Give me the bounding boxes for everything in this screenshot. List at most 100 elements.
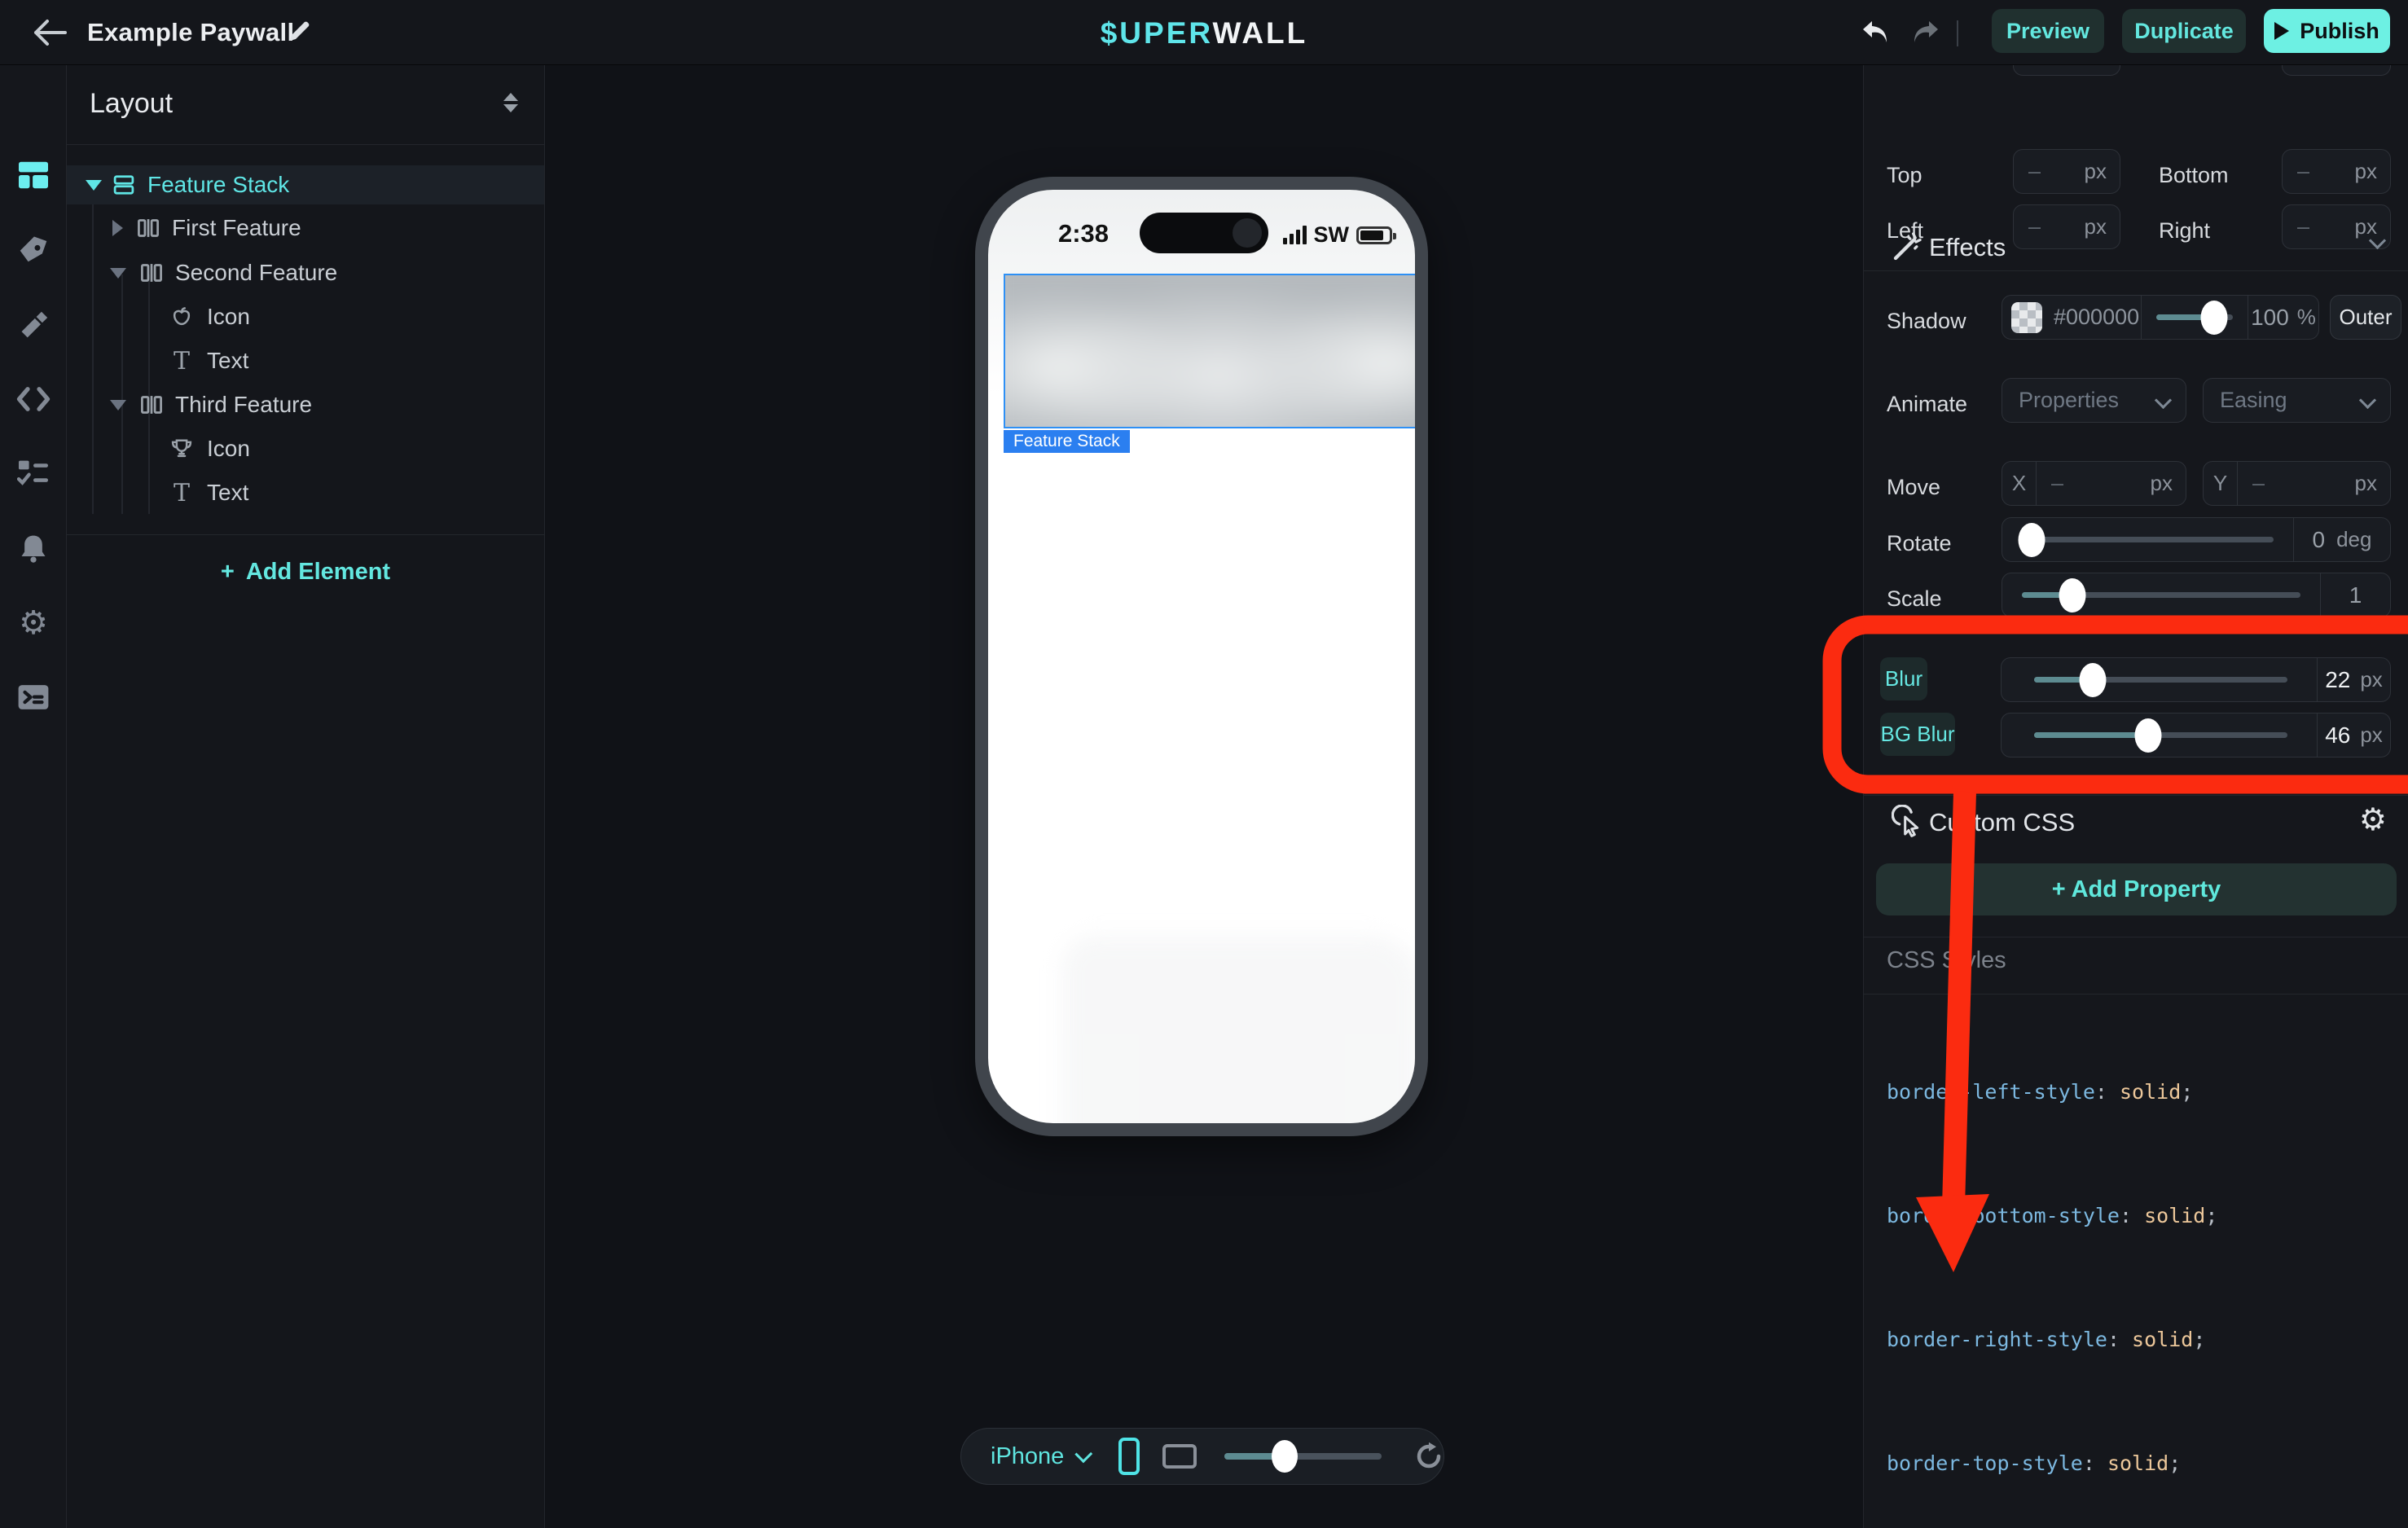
shadow-control: #000000 100 % (2002, 295, 2319, 340)
slider-knob[interactable] (2201, 301, 2228, 335)
publish-button[interactable]: Publish (2264, 9, 2390, 53)
rotate-slider[interactable] (2002, 518, 2293, 561)
layout-panel-title: Layout (90, 88, 173, 120)
tree-label: Feature Stack (147, 172, 289, 198)
bg-blur-control: 46 px (2001, 713, 2391, 757)
slider-knob[interactable] (2019, 523, 2045, 557)
cursor-click-icon (1892, 805, 1924, 837)
animate-easing-dropdown[interactable]: Easing (2203, 378, 2391, 423)
rotate-value[interactable]: 0 deg (2294, 518, 2390, 561)
camera-dot (1233, 218, 1262, 248)
preview-button[interactable]: Preview (1992, 9, 2104, 53)
selected-feature-stack-element[interactable] (1004, 274, 1415, 428)
scale-label: Scale (1887, 586, 1942, 612)
tree-row-first-feature[interactable]: First Feature (67, 209, 544, 248)
add-property-button[interactable]: + Add Property (1876, 863, 2397, 915)
sort-icon[interactable] (503, 93, 523, 117)
chevron-down-icon (2359, 392, 2376, 409)
color-swatch[interactable] (2011, 302, 2042, 333)
tree-row-icon-apple[interactable]: Icon (67, 297, 544, 336)
undo-icon[interactable] (1859, 18, 1892, 47)
columns-icon (134, 214, 162, 242)
blur-badge[interactable]: Blur (1880, 657, 1927, 700)
clipped-input[interactable] (2013, 65, 2120, 76)
caret-right-icon[interactable] (112, 220, 123, 236)
tree-row-text[interactable]: T Text (67, 341, 544, 380)
landscape-icon[interactable] (1162, 1444, 1197, 1469)
shadow-color-cell[interactable]: #000000 (2002, 296, 2141, 339)
tree-row-text[interactable]: T Third FeatureText (67, 473, 544, 512)
bg-blur-value[interactable]: 46 px (2318, 714, 2390, 757)
logo-accent: $UPER (1101, 16, 1213, 50)
tree-row-icon-trophy[interactable]: Icon (67, 429, 544, 468)
add-element-button[interactable]: + Add Element (67, 551, 544, 593)
panel-divider (67, 534, 544, 535)
slider-knob[interactable] (2134, 718, 2161, 753)
device-select[interactable]: iPhone (991, 1443, 1064, 1470)
gear-icon[interactable]: ⚙ (0, 604, 67, 642)
zoom-slider[interactable] (1224, 1453, 1382, 1460)
css-settings-gear-icon[interactable]: ⚙ (2359, 801, 2387, 838)
bottom-label: Bottom (2159, 163, 2229, 188)
code-icon[interactable] (0, 380, 67, 418)
caret-down-icon[interactable] (110, 400, 126, 411)
slider-knob[interactable] (2079, 663, 2106, 697)
layout-panel-header: Layout (67, 65, 544, 145)
move-x-input[interactable]: X – px (2002, 461, 2186, 506)
canvas[interactable]: 2:38 SW Feature Stack iPhone (546, 65, 1863, 1528)
animate-properties-dropdown[interactable]: Properties (2002, 378, 2186, 423)
tree-label: Icon (207, 304, 250, 330)
logo-rest: WALL (1212, 16, 1307, 50)
blurred-content (1004, 274, 1415, 428)
portrait-icon[interactable] (1118, 1438, 1140, 1475)
paintbrush-icon[interactable] (0, 306, 67, 344)
scale-value[interactable]: 1 (2321, 573, 2390, 617)
terminal-icon[interactable] (0, 678, 67, 716)
scale-control: 1 (2002, 573, 2391, 617)
tree-label: Text (207, 348, 248, 374)
trophy-icon (168, 435, 196, 463)
shadow-opacity-value[interactable]: 100 % (2248, 296, 2318, 339)
bell-icon[interactable] (0, 529, 67, 567)
tag-icon[interactable] (0, 230, 67, 267)
shadow-opacity-slider[interactable] (2142, 296, 2248, 339)
tree-row-feature-stack[interactable]: Feature Stack (67, 165, 544, 204)
css-styles-label: CSS Styles (1887, 947, 2006, 974)
caret-down-icon[interactable] (110, 268, 126, 279)
blur-slider[interactable] (2002, 658, 2317, 701)
faint-blurred-shape (1061, 935, 1415, 1123)
tree-row-second-feature[interactable]: Second Feature (67, 253, 544, 292)
refresh-icon[interactable] (1414, 1442, 1443, 1471)
bottom-input[interactable]: –px (2282, 149, 2391, 194)
checklist-icon[interactable] (0, 454, 67, 491)
phone-screen[interactable]: 2:38 SW Feature Stack (988, 190, 1415, 1123)
superwall-editor: { "top_bar": { "title": "Example Paywall… (0, 0, 2408, 1528)
bg-blur-slider[interactable] (2002, 714, 2317, 757)
plus-icon: + (221, 559, 235, 586)
scale-slider[interactable] (2002, 573, 2320, 617)
blur-control: 22 px (2001, 657, 2391, 702)
duplicate-button[interactable]: Duplicate (2122, 9, 2246, 53)
css-rule-line: border-right-style: solid; (1887, 1324, 2316, 1355)
text-icon: T (168, 479, 196, 507)
css-rule-line: border-bottom-style: solid; (1887, 1201, 2316, 1232)
bg-blur-badge[interactable]: BG Blur (1880, 713, 1955, 756)
redo-icon[interactable] (1909, 18, 1942, 47)
top-input[interactable]: –px (2013, 149, 2120, 194)
custom-css-section-title: Custom CSS (1929, 808, 2075, 837)
tree-row-third-feature[interactable]: Third Feature (67, 385, 544, 424)
chevron-down-icon[interactable] (1075, 1445, 1093, 1463)
blur-value[interactable]: 22 px (2318, 658, 2390, 701)
text-icon: T (168, 347, 196, 375)
layer-tree: Feature Stack First Feature Second Featu… (67, 146, 544, 535)
layout-grid-icon[interactable] (0, 156, 67, 194)
slider-knob[interactable] (2059, 578, 2085, 613)
shadow-label: Shadow (1887, 309, 1966, 334)
caret-down-icon[interactable] (86, 180, 102, 191)
tree-label: Text (207, 480, 248, 506)
move-y-input[interactable]: Y – px (2203, 461, 2391, 506)
clipped-input[interactable] (2282, 65, 2391, 76)
zoom-knob[interactable] (1272, 1440, 1298, 1473)
shadow-mode-button[interactable]: Outer (2330, 295, 2401, 340)
play-icon (2274, 22, 2289, 40)
